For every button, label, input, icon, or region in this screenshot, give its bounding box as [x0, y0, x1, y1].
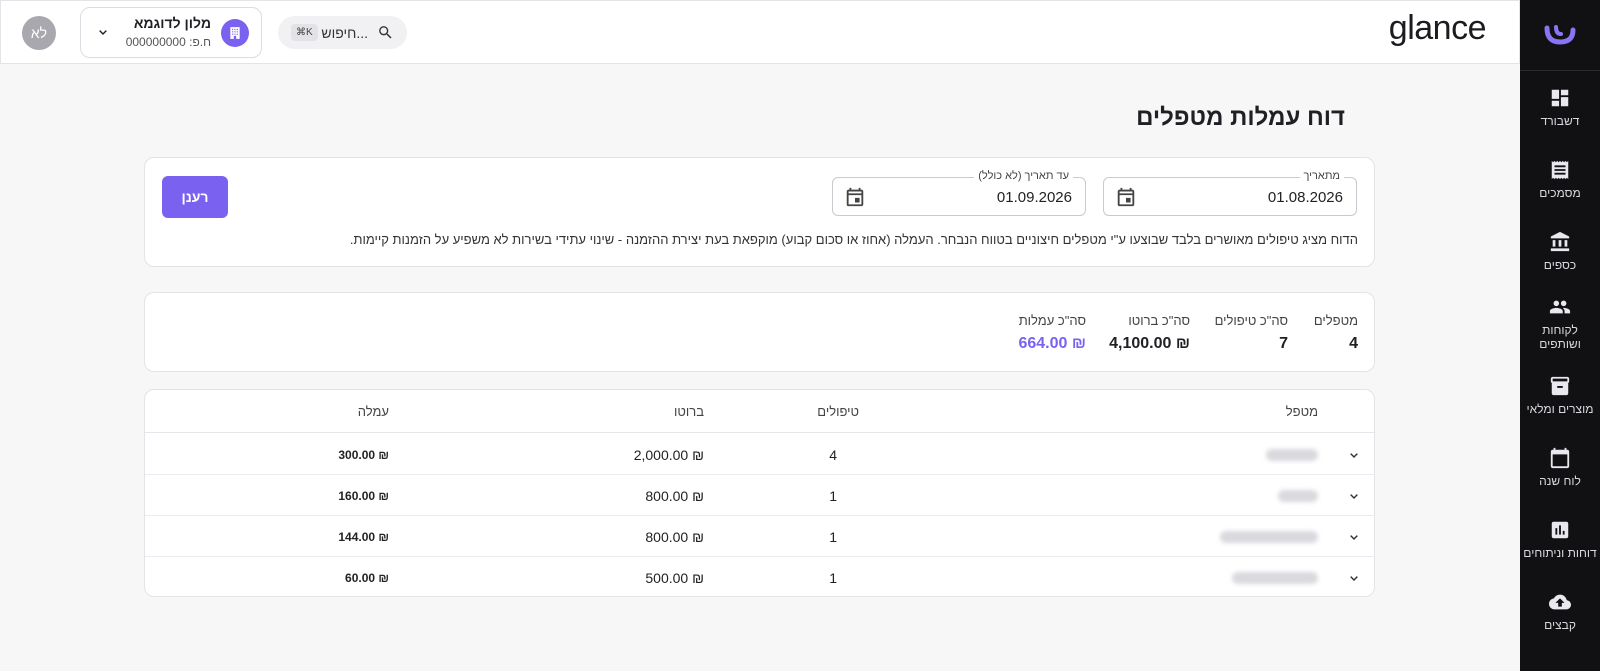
cell-treatments: 1 [829, 529, 837, 545]
building-icon [221, 19, 249, 47]
search-placeholder: חיפוש... [321, 25, 368, 41]
cell-gross: ₪ 2,000.00 [633, 447, 704, 463]
stat-therapists: מטפלים 4 [1314, 313, 1358, 353]
sidebar-item-label: מסמכים [1539, 185, 1581, 200]
stat-value: ₪ 4,100.00 [1109, 335, 1190, 352]
top-header: glance חיפוש... ⌘K מלון לדוגמא ח.פ: 0000… [0, 0, 1520, 64]
logo-icon [1544, 25, 1576, 45]
sidebar-item-label: קבצים [1544, 617, 1576, 632]
people-icon [1549, 300, 1571, 313]
sidebar-item-label: כספים [1543, 257, 1577, 272]
stat-treatments: סה"כ טיפולים 7 [1215, 313, 1288, 353]
chevron-down-icon[interactable] [1346, 570, 1362, 586]
refresh-button[interactable]: רענן [162, 176, 228, 218]
sidebar-item-label: דוחות וניתוחים [1523, 545, 1597, 560]
dashboard-icon [1551, 89, 1569, 106]
tenant-name: מלון לדוגמא [133, 15, 211, 31]
table-row[interactable]: 1 ₪ 800.00 ₪ 160.00 [145, 475, 1374, 516]
search-bar[interactable]: חיפוש... ⌘K [278, 16, 407, 49]
therapist-name-redacted [1232, 572, 1318, 584]
cell-treatments: 1 [829, 488, 837, 504]
stat-commission: סה"כ עמלות ₪ 664.00 [1018, 313, 1086, 353]
cell-treatments: 1 [829, 570, 837, 586]
from-date-field[interactable]: מתאריך 01.08.2026 [1103, 170, 1357, 216]
sidebar-item-files[interactable]: קבצים [1520, 575, 1600, 647]
search-shortcut-badge: ⌘K [291, 24, 318, 41]
calendar-icon[interactable] [844, 186, 866, 208]
stat-label: מטפלים [1313, 313, 1358, 328]
sidebar-item-finance[interactable]: כספים [1520, 215, 1600, 287]
filters-card: מתאריך 01.08.2026 עד תאריך (לא כולל) 01.… [144, 157, 1375, 267]
table-row[interactable]: 1 ₪ 800.00 ₪ 144.00 [145, 516, 1374, 557]
stat-value: ₪ 664.00 [1018, 335, 1086, 352]
therapist-name-redacted [1278, 490, 1318, 502]
page-title: דוח עמלות מטפלים [1136, 104, 1345, 131]
stat-value: 4 [1349, 335, 1358, 352]
sidebar-item-label: לוח שנה [1539, 473, 1581, 488]
col-gross: ברוטו [674, 404, 704, 419]
therapist-name-redacted [1220, 531, 1318, 543]
chevron-down-icon[interactable] [1346, 529, 1362, 545]
sidebar-item-customers[interactable]: לקוחות ושותפים [1520, 287, 1600, 359]
chevron-down-icon[interactable] [1346, 488, 1362, 504]
therapist-name-redacted [1266, 449, 1318, 461]
cell-commission: ₪ 300.00 [338, 448, 389, 462]
sidebar-item-calendar[interactable]: לוח שנה [1520, 431, 1600, 503]
report-note: הדוח מציג טיפולים מאושרים בלבד שבוצעו ע"… [349, 232, 1358, 247]
table-row[interactable]: 4 ₪ 2,000.00 ₪ 300.00 [145, 434, 1374, 475]
sidebar-item-dashboard[interactable]: דשבורד [1520, 71, 1600, 143]
stat-label: סה"כ עמלות [1018, 313, 1086, 328]
cell-treatments: 4 [829, 447, 837, 463]
avatar[interactable]: לא [22, 16, 56, 50]
to-date-label: עד תאריך (לא כולל) [974, 170, 1073, 182]
sidebar-item-documents[interactable]: מסמכים [1520, 143, 1600, 215]
chevron-down-icon[interactable] [1346, 447, 1362, 463]
sidebar-item-label: מוצרים ומלאי [1526, 401, 1594, 416]
brand-logo[interactable]: glance [1389, 9, 1487, 48]
sidebar-item-products[interactable]: מוצרים ומלאי [1520, 359, 1600, 431]
to-date-value: 01.09.2026 [996, 189, 1072, 206]
cell-commission: ₪ 60.00 [345, 571, 389, 585]
to-date-field[interactable]: עד תאריך (לא כולל) 01.09.2026 [832, 170, 1086, 216]
sidebar-item-label: לקוחות ושותפים [1539, 322, 1581, 351]
cell-commission: ₪ 144.00 [338, 530, 389, 544]
cloud-upload-icon [1549, 594, 1571, 609]
sidebar-item-reports[interactable]: דוחות וניתוחים [1520, 503, 1600, 575]
col-treatments: טיפולים [817, 404, 859, 419]
col-commission: עמלה [357, 404, 389, 419]
bank-icon [1550, 231, 1570, 251]
receipt-icon [1551, 160, 1569, 179]
chart-icon [1551, 521, 1569, 538]
cell-gross: ₪ 500.00 [645, 570, 704, 586]
stat-gross: סה"כ ברוטו ₪ 4,100.00 [1109, 313, 1190, 353]
tenant-selector[interactable]: מלון לדוגמא ח.פ: 000000000 [80, 7, 262, 58]
search-icon [379, 26, 392, 39]
sidebar: דשבורד מסמכים כספים לקוחות ושותפים מוצרי… [1520, 0, 1600, 671]
commissions-table: מטפל טיפולים ברוטו עמלה 4 ₪ 2,000.00 ₪ 3… [144, 389, 1375, 597]
stat-value: 7 [1279, 335, 1288, 352]
app-logo[interactable] [1520, 0, 1600, 71]
cell-gross: ₪ 800.00 [645, 529, 704, 545]
stat-label: סה"כ ברוטו [1128, 313, 1190, 328]
table-header: מטפל טיפולים ברוטו עמלה [145, 390, 1374, 433]
table-row[interactable]: 1 ₪ 500.00 ₪ 60.00 [145, 557, 1374, 596]
stat-label: סה"כ טיפולים [1214, 313, 1288, 328]
chevron-down-icon [99, 30, 107, 36]
calendar-icon [1550, 447, 1570, 468]
calendar-icon[interactable] [1115, 186, 1137, 208]
sidebar-item-label: דשבורד [1540, 113, 1580, 128]
from-date-value: 01.08.2026 [1267, 189, 1343, 206]
tenant-id: ח.פ: 000000000 [125, 35, 211, 49]
from-date-label: מתאריך [1299, 170, 1344, 182]
cell-gross: ₪ 800.00 [645, 488, 704, 504]
col-therapist: מטפל [1285, 404, 1318, 419]
summary-card: מטפלים 4 סה"כ טיפולים 7 סה"כ ברוטו ₪ 4,1… [144, 292, 1375, 372]
cell-commission: ₪ 160.00 [338, 489, 389, 503]
inventory-icon [1550, 376, 1570, 395]
